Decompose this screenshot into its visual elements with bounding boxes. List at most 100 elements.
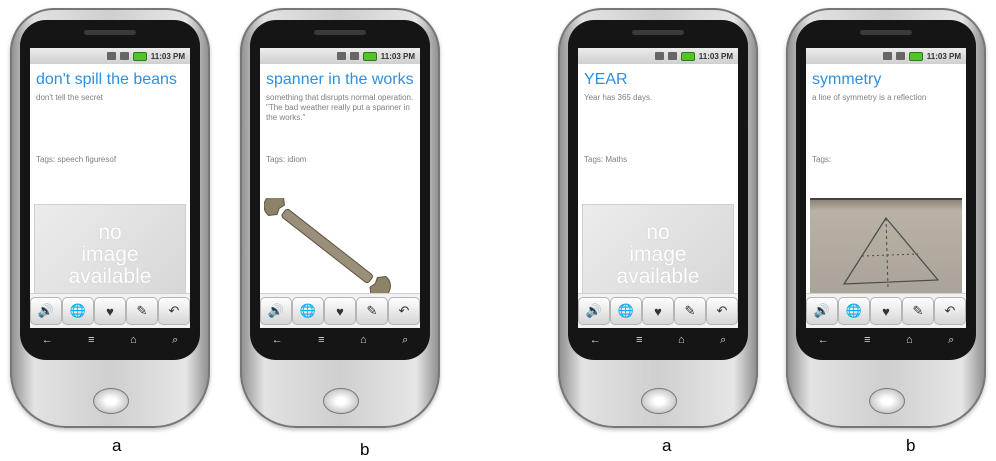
search-icon[interactable]: ⌕ bbox=[402, 334, 408, 347]
status-bar: 11:03 PM bbox=[578, 48, 738, 64]
action-toolbar: 🔊 🌐 ♥ ✎ ↶ bbox=[260, 293, 420, 328]
battery-icon bbox=[132, 51, 147, 61]
usb-icon bbox=[654, 52, 664, 60]
noimage-line: no bbox=[98, 221, 122, 244]
usb-icon bbox=[106, 52, 116, 60]
speaker-icon[interactable]: 🔊 bbox=[806, 297, 838, 325]
menu-icon[interactable]: ≡ bbox=[88, 334, 94, 347]
caption-label: b bbox=[360, 440, 370, 459]
no-image-placeholder: no image available bbox=[582, 204, 734, 306]
globe-icon[interactable]: 🌐 bbox=[610, 297, 642, 325]
menu-icon[interactable]: ≡ bbox=[636, 334, 642, 347]
heart-plus-icon[interactable]: ♥ bbox=[642, 297, 674, 325]
entry-tags: Tags: bbox=[812, 155, 832, 164]
reply-arrow-icon[interactable]: ↶ bbox=[388, 297, 420, 325]
back-icon[interactable]: ← bbox=[818, 334, 829, 347]
signal-icon bbox=[667, 52, 677, 60]
noimage-line: available bbox=[616, 265, 700, 288]
pencil-icon[interactable]: ✎ bbox=[126, 297, 158, 325]
speaker-grille bbox=[84, 30, 136, 35]
usb-icon bbox=[336, 52, 346, 60]
wrench-photo bbox=[263, 193, 416, 304]
signal-icon bbox=[895, 52, 905, 60]
entry-description: don't tell the secret bbox=[36, 93, 103, 102]
home-icon[interactable]: ⌂ bbox=[906, 334, 913, 347]
speaker-grille bbox=[632, 30, 684, 35]
reply-arrow-icon[interactable]: ↶ bbox=[158, 297, 190, 325]
battery-icon bbox=[362, 51, 377, 61]
trackball-button[interactable] bbox=[641, 388, 677, 414]
entry-title: symmetry bbox=[812, 71, 882, 88]
action-toolbar: 🔊 🌐 ♥ ✎ ↶ bbox=[578, 293, 738, 328]
status-bar: 11:03 PM bbox=[806, 48, 966, 64]
status-time: 11:03 PM bbox=[150, 51, 185, 61]
phone-screen: 11:03 PM symmetry a line of symmetry is … bbox=[806, 48, 966, 328]
entry-tags: Tags: Maths bbox=[584, 155, 628, 164]
status-bar: 11:03 PM bbox=[260, 48, 420, 64]
noimage-line: image bbox=[81, 243, 139, 266]
action-toolbar: 🔊 🌐 ♥ ✎ ↶ bbox=[806, 293, 966, 328]
speaker-grille bbox=[860, 30, 912, 35]
triangle-sketch bbox=[842, 216, 940, 289]
heart-plus-icon[interactable]: ♥ bbox=[870, 297, 902, 325]
home-icon[interactable]: ⌂ bbox=[678, 334, 685, 347]
entry-tags: Tags: idiom bbox=[266, 155, 307, 164]
search-icon[interactable]: ⌕ bbox=[720, 334, 726, 347]
back-icon[interactable]: ← bbox=[272, 334, 283, 347]
entry-description: Year has 365 days. bbox=[584, 93, 653, 102]
phone-screen: 11:03 PM don't spill the beans don't tel… bbox=[30, 48, 190, 328]
trackball-button[interactable] bbox=[869, 388, 905, 414]
entry-tags: Tags: speech figuresof bbox=[36, 155, 117, 164]
caption-label: a bbox=[112, 436, 122, 455]
menu-icon[interactable]: ≡ bbox=[864, 334, 870, 347]
globe-icon[interactable]: 🌐 bbox=[62, 297, 94, 325]
search-icon[interactable]: ⌕ bbox=[172, 334, 178, 347]
back-icon[interactable]: ← bbox=[590, 334, 601, 347]
triangle-sketch-photo bbox=[810, 198, 962, 306]
noimage-line: no bbox=[646, 221, 670, 244]
noimage-line: available bbox=[68, 265, 152, 288]
menu-icon[interactable]: ≡ bbox=[318, 334, 324, 347]
globe-icon[interactable]: 🌐 bbox=[838, 297, 870, 325]
wrench-image bbox=[263, 193, 391, 299]
reply-arrow-icon[interactable]: ↶ bbox=[934, 297, 966, 325]
phone-2: 11:03 PM spanner in the works something … bbox=[240, 8, 440, 428]
speaker-icon[interactable]: 🔊 bbox=[578, 297, 610, 325]
caption-label: a bbox=[662, 436, 672, 455]
speaker-icon[interactable]: 🔊 bbox=[30, 297, 62, 325]
status-time: 11:03 PM bbox=[926, 51, 961, 61]
pencil-icon[interactable]: ✎ bbox=[356, 297, 388, 325]
trackball-button[interactable] bbox=[323, 388, 359, 414]
pencil-icon[interactable]: ✎ bbox=[902, 297, 934, 325]
status-time: 11:03 PM bbox=[380, 51, 415, 61]
heart-plus-icon[interactable]: ♥ bbox=[324, 297, 356, 325]
reply-arrow-icon[interactable]: ↶ bbox=[706, 297, 738, 325]
speaker-grille bbox=[314, 30, 366, 35]
usb-icon bbox=[882, 52, 892, 60]
phone-1: 11:03 PM don't spill the beans don't tel… bbox=[10, 8, 210, 428]
status-bar: 11:03 PM bbox=[30, 48, 190, 64]
battery-icon bbox=[908, 51, 923, 61]
entry-description: something that disrupts normal operation… bbox=[266, 93, 414, 122]
caption-label: b bbox=[906, 436, 916, 455]
heart-plus-icon[interactable]: ♥ bbox=[94, 297, 126, 325]
pencil-icon[interactable]: ✎ bbox=[674, 297, 706, 325]
speaker-icon[interactable]: 🔊 bbox=[260, 297, 292, 325]
hardware-nav-bar: ← ≡ ⌂ ⌕ bbox=[24, 334, 196, 347]
signal-icon bbox=[119, 52, 129, 60]
globe-icon[interactable]: 🌐 bbox=[292, 297, 324, 325]
hardware-nav-bar: ← ≡ ⌂ ⌕ bbox=[254, 334, 426, 347]
home-icon[interactable]: ⌂ bbox=[360, 334, 367, 347]
hardware-nav-bar: ← ≡ ⌂ ⌕ bbox=[572, 334, 744, 347]
phone-screen: 11:03 PM spanner in the works something … bbox=[260, 48, 420, 328]
entry-title: spanner in the works bbox=[266, 71, 414, 88]
entry-title: don't spill the beans bbox=[36, 71, 177, 88]
action-toolbar: 🔊 🌐 ♥ ✎ ↶ bbox=[30, 293, 190, 328]
phone-3: 11:03 PM YEAR Year has 365 days. Tags: M… bbox=[558, 8, 758, 428]
phone-screen: 11:03 PM YEAR Year has 365 days. Tags: M… bbox=[578, 48, 738, 328]
back-icon[interactable]: ← bbox=[42, 334, 53, 347]
trackball-button[interactable] bbox=[93, 388, 129, 414]
home-icon[interactable]: ⌂ bbox=[130, 334, 137, 347]
signal-icon bbox=[349, 52, 359, 60]
search-icon[interactable]: ⌕ bbox=[948, 334, 954, 347]
